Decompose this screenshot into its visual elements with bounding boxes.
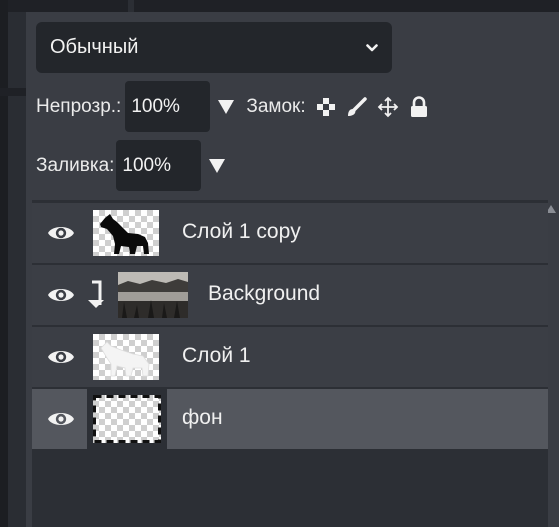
opacity-lock-row: Непрозр.: 100% Замок:	[36, 81, 430, 132]
layer-name: Слой 1	[182, 344, 251, 367]
padlock-icon[interactable]	[408, 95, 430, 118]
checkerboard-lock-icon[interactable]	[315, 96, 337, 118]
lock-label: Замок:	[246, 95, 306, 117]
eye-icon[interactable]	[47, 409, 75, 429]
eye-icon[interactable]	[47, 285, 75, 305]
layer-name: Слой 1 copy	[182, 220, 301, 243]
blend-mode-value: Обычный	[50, 36, 139, 58]
layer-thumbnail	[118, 272, 188, 318]
blend-mode-select[interactable]: Обычный	[36, 22, 392, 73]
layer-thumbnail	[93, 210, 159, 256]
layer-row[interactable]: Background	[32, 265, 548, 325]
clipping-mask-icon	[88, 280, 104, 308]
layer-row[interactable]: фон	[32, 389, 548, 449]
layer-row[interactable]: Слой 1 copy	[32, 203, 548, 263]
fill-input[interactable]: 100%	[116, 140, 202, 191]
layer-name: фон	[182, 406, 223, 429]
layer-row[interactable]: Слой 1	[32, 327, 548, 387]
opacity-label: Непрозр.:	[36, 95, 122, 117]
layer-thumbnail	[93, 395, 161, 443]
window-notch	[0, 88, 26, 96]
window-edge	[0, 0, 8, 527]
chevron-down-icon	[366, 43, 378, 51]
eye-icon[interactable]	[47, 347, 75, 367]
brush-lock-icon[interactable]	[346, 96, 368, 118]
opacity-dropdown-icon[interactable]	[218, 99, 235, 114]
fill-label: Заливка:	[36, 154, 115, 176]
layer-name: Background	[208, 282, 321, 305]
top-bar	[8, 0, 559, 12]
eye-icon[interactable]	[47, 223, 75, 243]
fill-dropdown-icon[interactable]	[209, 158, 226, 173]
opacity-input[interactable]: 100%	[125, 81, 211, 132]
layer-thumbnail	[93, 334, 159, 380]
fill-row: Заливка: 100%	[36, 140, 226, 191]
top-bar-divider	[128, 0, 134, 12]
move-lock-icon[interactable]	[377, 96, 399, 118]
